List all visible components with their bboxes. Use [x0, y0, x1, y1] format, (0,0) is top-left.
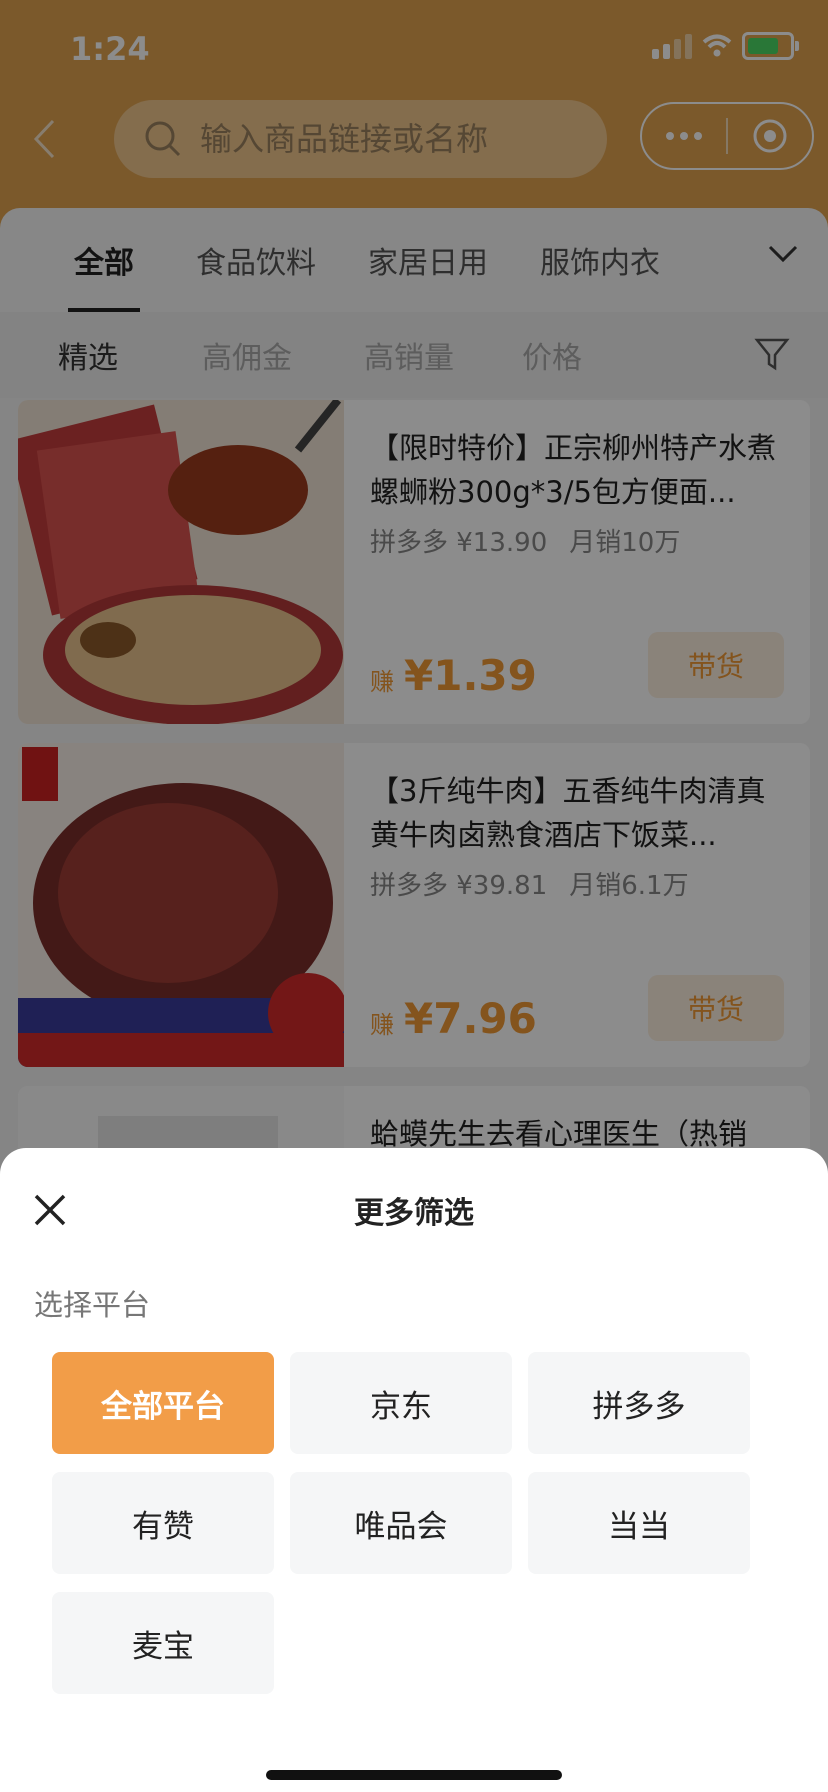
platform-dangdang[interactable]: 当当	[528, 1472, 750, 1574]
platform-options: 全部平台 京东 拼多多 有赞 唯品会 当当 麦宝	[52, 1352, 750, 1694]
platform-vip[interactable]: 唯品会	[290, 1472, 512, 1574]
platform-all[interactable]: 全部平台	[52, 1352, 274, 1454]
home-indicator	[266, 1770, 562, 1780]
platform-pinduoduo[interactable]: 拼多多	[528, 1352, 750, 1454]
sheet-title: 更多筛选	[354, 1196, 474, 1231]
platform-youzan[interactable]: 有赞	[52, 1472, 274, 1574]
platform-jd[interactable]: 京东	[290, 1352, 512, 1454]
filter-sheet: 更多筛选 选择平台 全部平台 京东 拼多多 有赞 唯品会 当当 麦宝	[0, 1148, 828, 1792]
platform-section-label: 选择平台	[34, 1288, 151, 1322]
platform-maibao[interactable]: 麦宝	[52, 1592, 274, 1694]
